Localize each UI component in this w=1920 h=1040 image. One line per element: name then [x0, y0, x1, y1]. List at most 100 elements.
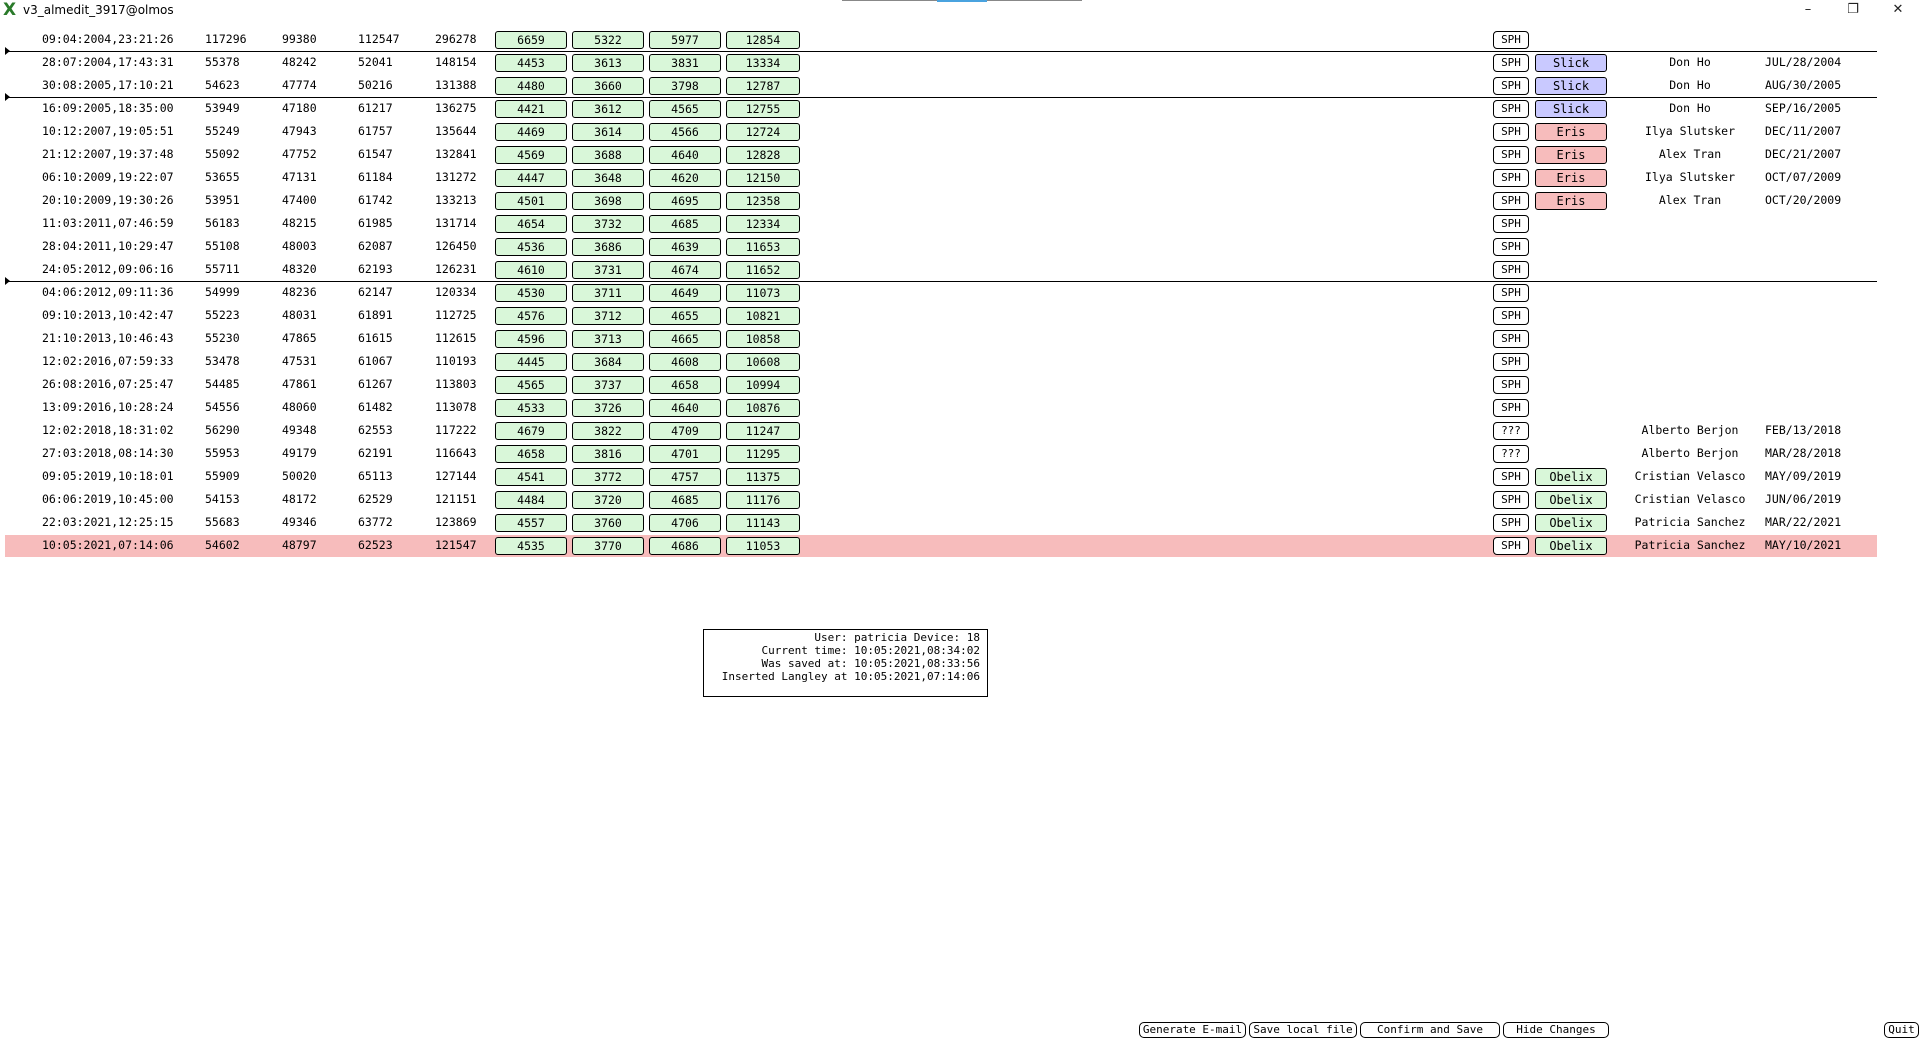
close-icon[interactable]: ✕: [1883, 1, 1913, 19]
green-value-box[interactable]: 4649: [649, 284, 721, 302]
table-row[interactable]: 28:07:2004,17:43:31 55378 48242 52041 148154…: [5, 52, 1877, 74]
green-value-box[interactable]: 4610: [495, 261, 567, 279]
green-value-box[interactable]: 3731: [572, 261, 644, 279]
green-value-box[interactable]: 4530: [495, 284, 567, 302]
table-row[interactable]: 27:03:2018,08:14:30 55953 49179 62191 116643…: [5, 443, 1877, 465]
green-value-box[interactable]: 4608: [649, 353, 721, 371]
table-row[interactable]: 28:04:2011,10:29:47 55108 48003 62087 126450…: [5, 236, 1877, 258]
table-row[interactable]: 20:10:2009,19:30:26 53951 47400 61742 133213…: [5, 190, 1877, 212]
table-row[interactable]: 30:08:2005,17:10:21 54623 47774 50216 131388…: [5, 75, 1877, 97]
green-value-box[interactable]: 12724: [726, 123, 800, 141]
tag-badge[interactable]: Obelix: [1535, 468, 1607, 486]
green-value-box[interactable]: 4541: [495, 468, 567, 486]
tag-badge[interactable]: Slick: [1535, 54, 1607, 72]
green-value-box[interactable]: 6659: [495, 31, 567, 49]
green-value-box[interactable]: 4679: [495, 422, 567, 440]
green-value-box[interactable]: 3612: [572, 100, 644, 118]
generate-email-button[interactable]: Generate E-mail: [1139, 1022, 1246, 1038]
green-value-box[interactable]: 4596: [495, 330, 567, 348]
green-value-box[interactable]: 3648: [572, 169, 644, 187]
sph-button[interactable]: SPH: [1493, 77, 1529, 95]
green-value-box[interactable]: 11053: [726, 537, 800, 555]
table-row[interactable]: 04:06:2012,09:11:36 54999 48236 62147 120334…: [5, 282, 1877, 304]
green-value-box[interactable]: 12787: [726, 77, 800, 95]
green-value-box[interactable]: 4685: [649, 215, 721, 233]
table-row[interactable]: 12:02:2016,07:59:33 53478 47531 61067 110193…: [5, 351, 1877, 373]
sph-button[interactable]: SPH: [1493, 353, 1529, 371]
green-value-box[interactable]: 4701: [649, 445, 721, 463]
green-value-box[interactable]: 4453: [495, 54, 567, 72]
green-value-box[interactable]: 10858: [726, 330, 800, 348]
green-value-box[interactable]: 4674: [649, 261, 721, 279]
green-value-box[interactable]: 4655: [649, 307, 721, 325]
green-value-box[interactable]: 11143: [726, 514, 800, 532]
tag-badge[interactable]: Slick: [1535, 77, 1607, 95]
green-value-box[interactable]: 5322: [572, 31, 644, 49]
green-value-box[interactable]: 4658: [495, 445, 567, 463]
green-value-box[interactable]: 4536: [495, 238, 567, 256]
green-value-box[interactable]: 4533: [495, 399, 567, 417]
sph-button[interactable]: SPH: [1493, 100, 1529, 118]
green-value-box[interactable]: 10994: [726, 376, 800, 394]
table-row[interactable]: 21:10:2013,10:46:43 55230 47865 61615 112615…: [5, 328, 1877, 350]
green-value-box[interactable]: 11247: [726, 422, 800, 440]
table-row[interactable]: 21:12:2007,19:37:48 55092 47752 61547 132841…: [5, 144, 1877, 166]
sph-button[interactable]: SPH: [1493, 54, 1529, 72]
sph-button[interactable]: SPH: [1493, 537, 1529, 555]
sph-button[interactable]: SPH: [1493, 330, 1529, 348]
green-value-box[interactable]: 11073: [726, 284, 800, 302]
green-value-box[interactable]: 4695: [649, 192, 721, 210]
green-value-box[interactable]: 4685: [649, 491, 721, 509]
green-value-box[interactable]: 4639: [649, 238, 721, 256]
table-row[interactable]: 22:03:2021,12:25:15 55683 49346 63772 123869…: [5, 512, 1877, 534]
green-value-box[interactable]: 4757: [649, 468, 721, 486]
green-value-box[interactable]: 4535: [495, 537, 567, 555]
green-value-box[interactable]: 3686: [572, 238, 644, 256]
green-value-box[interactable]: 4501: [495, 192, 567, 210]
sph-button[interactable]: SPH: [1493, 376, 1529, 394]
green-value-box[interactable]: 12358: [726, 192, 800, 210]
green-value-box[interactable]: 3798: [649, 77, 721, 95]
table-row[interactable]: 10:12:2007,19:05:51 55249 47943 61757 135644…: [5, 121, 1877, 143]
green-value-box[interactable]: 3614: [572, 123, 644, 141]
sph-button[interactable]: ???: [1493, 422, 1529, 440]
green-value-box[interactable]: 3816: [572, 445, 644, 463]
green-value-box[interactable]: 11653: [726, 238, 800, 256]
table-row[interactable]: 06:10:2009,19:22:07 53655 47131 61184 131272…: [5, 167, 1877, 189]
tag-badge[interactable]: Eris: [1535, 123, 1607, 141]
green-value-box[interactable]: 4640: [649, 399, 721, 417]
tag-badge[interactable]: Obelix: [1535, 514, 1607, 532]
table-row[interactable]: 16:09:2005,18:35:00 53949 47180 61217 136275…: [5, 98, 1877, 120]
table-row[interactable]: 09:10:2013,10:42:47 55223 48031 61891 112725…: [5, 305, 1877, 327]
green-value-box[interactable]: 12828: [726, 146, 800, 164]
table-row[interactable]: 06:06:2019,10:45:00 54153 48172 62529 121151…: [5, 489, 1877, 511]
green-value-box[interactable]: 4640: [649, 146, 721, 164]
green-value-box[interactable]: 3613: [572, 54, 644, 72]
green-value-box[interactable]: 12854: [726, 31, 800, 49]
tag-badge[interactable]: Obelix: [1535, 491, 1607, 509]
green-value-box[interactable]: 3720: [572, 491, 644, 509]
green-value-box[interactable]: 12150: [726, 169, 800, 187]
green-value-box[interactable]: 11375: [726, 468, 800, 486]
minimize-icon[interactable]: –: [1793, 1, 1823, 19]
table-row[interactable]: 13:09:2016,10:28:24 54556 48060 61482 113078…: [5, 397, 1877, 419]
sph-button[interactable]: SPH: [1493, 399, 1529, 417]
green-value-box[interactable]: 3770: [572, 537, 644, 555]
tag-badge[interactable]: Slick: [1535, 100, 1607, 118]
sph-button[interactable]: SPH: [1493, 146, 1529, 164]
green-value-box[interactable]: 4709: [649, 422, 721, 440]
green-value-box[interactable]: 11176: [726, 491, 800, 509]
green-value-box[interactable]: 4576: [495, 307, 567, 325]
sph-button[interactable]: SPH: [1493, 123, 1529, 141]
table-row[interactable]: 24:05:2012,09:06:16 55711 48320 62193 126231…: [5, 259, 1877, 281]
green-value-box[interactable]: 4565: [649, 100, 721, 118]
green-value-box[interactable]: 5977: [649, 31, 721, 49]
green-value-box[interactable]: 3684: [572, 353, 644, 371]
confirm-and-save-button[interactable]: Confirm and Save: [1360, 1022, 1500, 1038]
sph-button[interactable]: SPH: [1493, 215, 1529, 233]
tag-badge[interactable]: Eris: [1535, 192, 1607, 210]
table-row[interactable]: 11:03:2011,07:46:59 56183 48215 61985 131714…: [5, 213, 1877, 235]
green-value-box[interactable]: 4620: [649, 169, 721, 187]
green-value-box[interactable]: 4565: [495, 376, 567, 394]
green-value-box[interactable]: 12755: [726, 100, 800, 118]
